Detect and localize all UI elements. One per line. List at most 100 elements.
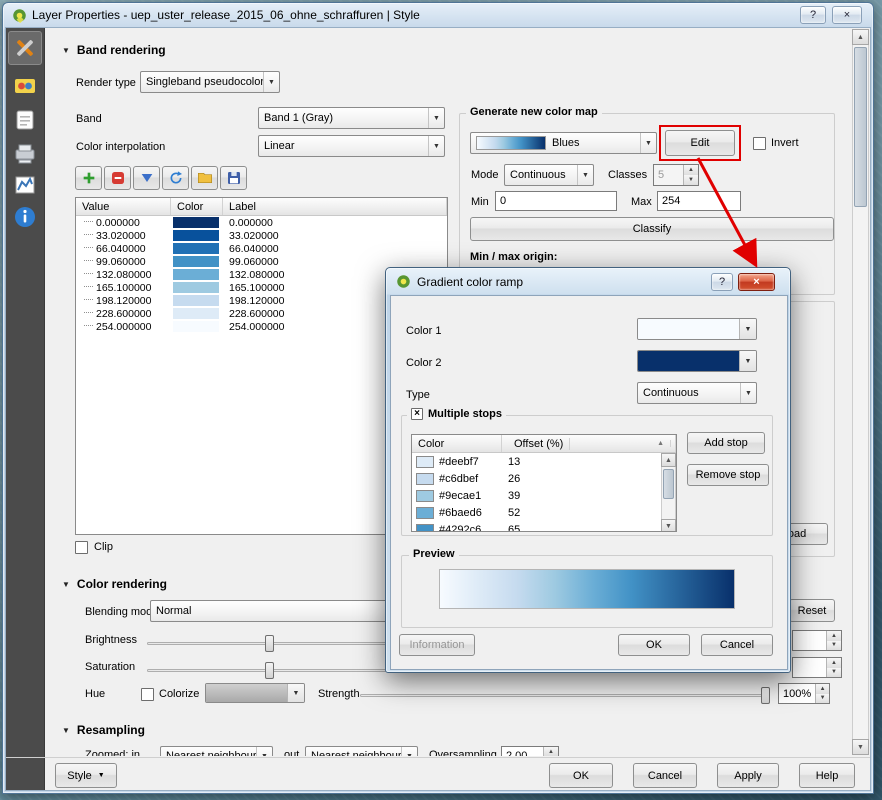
color-swatch[interactable] bbox=[173, 308, 219, 319]
ok-button[interactable]: OK bbox=[549, 763, 613, 788]
column-header-offset[interactable]: Offset (%) ▲ bbox=[502, 435, 676, 452]
stops-table[interactable]: Color Offset (%) ▲ #deebf7 13 #c6dbef bbox=[411, 434, 677, 532]
refresh-button[interactable] bbox=[162, 166, 189, 190]
stop-row[interactable]: #4292c6 65 bbox=[412, 521, 676, 532]
color-swatch[interactable] bbox=[173, 295, 219, 306]
scroll-down-button[interactable]: ▼ bbox=[852, 739, 869, 755]
sidebar-item-style[interactable] bbox=[8, 31, 42, 65]
clip-checkbox[interactable] bbox=[75, 541, 88, 554]
strength-spinbox[interactable]: 100% ▲▼ bbox=[778, 683, 830, 704]
help-button[interactable]: Help bbox=[799, 763, 855, 788]
sidebar-item-general[interactable] bbox=[8, 103, 42, 137]
multiple-stops-checkbox[interactable]: × bbox=[411, 408, 423, 420]
spin-arrows[interactable]: ▲▼ bbox=[815, 684, 829, 703]
spin-arrows[interactable]: ▲▼ bbox=[683, 165, 698, 185]
style-menu-button[interactable]: Style ▼ bbox=[55, 763, 117, 788]
dialog-help-button[interactable]: ? bbox=[711, 273, 733, 291]
window-close-button[interactable]: × bbox=[832, 6, 862, 24]
classify-button[interactable]: Classify bbox=[470, 217, 834, 241]
stops-scrollbar-thumb[interactable] bbox=[663, 469, 674, 499]
strength-slider-track[interactable] bbox=[360, 694, 768, 697]
column-header-label[interactable]: Label bbox=[223, 198, 447, 215]
strength-slider-handle[interactable] bbox=[761, 687, 770, 704]
stop-row[interactable]: #6baed6 52 bbox=[412, 504, 676, 521]
colorize-color-button[interactable]: ▼ bbox=[205, 683, 305, 703]
color-swatch[interactable] bbox=[173, 217, 219, 228]
sidebar-item-metadata[interactable] bbox=[8, 200, 42, 234]
stops-scroll-up-button[interactable]: ▲ bbox=[661, 453, 676, 467]
spin-up-icon[interactable]: ▲ bbox=[684, 165, 698, 175]
stops-scroll-down-button[interactable]: ▼ bbox=[661, 519, 676, 532]
saturation-slider-handle[interactable] bbox=[265, 662, 274, 679]
colorize-checkbox[interactable] bbox=[141, 688, 154, 701]
spin-up-icon[interactable]: ▲ bbox=[544, 747, 558, 756]
apply-button[interactable]: Apply bbox=[717, 763, 779, 788]
sidebar-item-transparency[interactable] bbox=[8, 69, 42, 103]
spin-arrows[interactable]: ▲▼ bbox=[826, 631, 841, 650]
color-swatch[interactable] bbox=[173, 321, 219, 332]
save-color-map-button[interactable] bbox=[220, 166, 247, 190]
color-interpolation-select[interactable]: Linear ▼ bbox=[258, 135, 445, 157]
cancel-button[interactable]: Cancel bbox=[633, 763, 697, 788]
scroll-up-button[interactable]: ▲ bbox=[852, 29, 869, 45]
color2-button[interactable]: ▼ bbox=[637, 350, 757, 372]
reset-button[interactable]: Reset bbox=[789, 599, 835, 622]
saturation-spinbox[interactable]: ▲▼ bbox=[792, 657, 842, 678]
band-select[interactable]: Band 1 (Gray) ▼ bbox=[258, 107, 445, 129]
add-stop-button[interactable]: Add stop bbox=[687, 432, 765, 454]
type-select[interactable]: Continuous ▼ bbox=[637, 382, 757, 404]
sort-button[interactable] bbox=[133, 166, 160, 190]
dialog-cancel-button[interactable]: Cancel bbox=[701, 634, 773, 656]
spin-arrows[interactable]: ▲▼ bbox=[543, 747, 558, 756]
invert-checkbox[interactable] bbox=[753, 137, 766, 150]
max-input[interactable]: 254 bbox=[657, 191, 741, 211]
spin-down-icon[interactable]: ▼ bbox=[684, 175, 698, 185]
stop-row[interactable]: #c6dbef 26 bbox=[412, 470, 676, 487]
scrollbar-thumb[interactable] bbox=[854, 47, 867, 207]
dialog-ok-button[interactable]: OK bbox=[618, 634, 690, 656]
dialog-close-button[interactable]: × bbox=[738, 273, 775, 291]
spin-up-icon[interactable]: ▲ bbox=[816, 684, 829, 694]
spin-down-icon[interactable]: ▼ bbox=[827, 668, 841, 678]
color-swatch[interactable] bbox=[173, 269, 219, 280]
remove-entry-button[interactable] bbox=[104, 166, 131, 190]
spin-up-icon[interactable]: ▲ bbox=[827, 658, 841, 668]
color1-button[interactable]: ▼ bbox=[637, 318, 757, 340]
table-row[interactable]: 33.020000 33.020000 bbox=[76, 229, 447, 242]
add-entry-button[interactable] bbox=[75, 166, 102, 190]
min-input[interactable]: 0 bbox=[495, 191, 617, 211]
spin-down-icon[interactable]: ▼ bbox=[816, 694, 829, 704]
render-type-select[interactable]: Singleband pseudocolor ▼ bbox=[140, 71, 280, 93]
column-header-value[interactable]: Value bbox=[76, 198, 171, 215]
sidebar-item-histogram[interactable] bbox=[8, 168, 42, 202]
information-button[interactable]: Information bbox=[399, 634, 475, 656]
spin-arrows[interactable]: ▲▼ bbox=[826, 658, 841, 677]
section-color-rendering[interactable]: ▼ Color rendering bbox=[62, 577, 167, 591]
classes-spinbox[interactable]: 5 ▲▼ bbox=[653, 164, 699, 186]
zoomed-out-select[interactable]: Nearest neighbour ▼ bbox=[305, 746, 418, 756]
column-header-color[interactable]: Color bbox=[412, 435, 502, 452]
window-help-button[interactable]: ? bbox=[800, 6, 826, 24]
color-swatch[interactable] bbox=[173, 256, 219, 267]
remove-stop-button[interactable]: Remove stop bbox=[687, 464, 769, 486]
brightness-spinbox[interactable]: ▲▼ bbox=[792, 630, 842, 651]
color-ramp-select[interactable]: Blues ▼ bbox=[470, 132, 657, 154]
color-swatch[interactable] bbox=[173, 282, 219, 293]
mode-select[interactable]: Continuous ▼ bbox=[504, 164, 594, 186]
table-row[interactable]: 0.000000 0.000000 bbox=[76, 216, 447, 229]
table-row[interactable]: 66.040000 66.040000 bbox=[76, 242, 447, 255]
stop-row[interactable]: #deebf7 13 bbox=[412, 453, 676, 470]
brightness-slider-handle[interactable] bbox=[265, 635, 274, 652]
sidebar-item-pyramids[interactable] bbox=[8, 136, 42, 170]
spin-up-icon[interactable]: ▲ bbox=[827, 631, 841, 641]
section-band-rendering[interactable]: ▼ Band rendering bbox=[62, 43, 166, 57]
stop-row[interactable]: #9ecae1 39 bbox=[412, 487, 676, 504]
section-resampling[interactable]: ▼ Resampling bbox=[62, 723, 145, 737]
oversampling-spinbox[interactable]: 2.00 ▲▼ bbox=[501, 746, 559, 756]
zoomed-in-select[interactable]: Nearest neighbour ▼ bbox=[160, 746, 273, 756]
color-swatch[interactable] bbox=[173, 230, 219, 241]
column-header-color[interactable]: Color bbox=[171, 198, 223, 215]
color-swatch[interactable] bbox=[173, 243, 219, 254]
load-color-map-button[interactable] bbox=[191, 166, 218, 190]
spin-down-icon[interactable]: ▼ bbox=[827, 641, 841, 651]
